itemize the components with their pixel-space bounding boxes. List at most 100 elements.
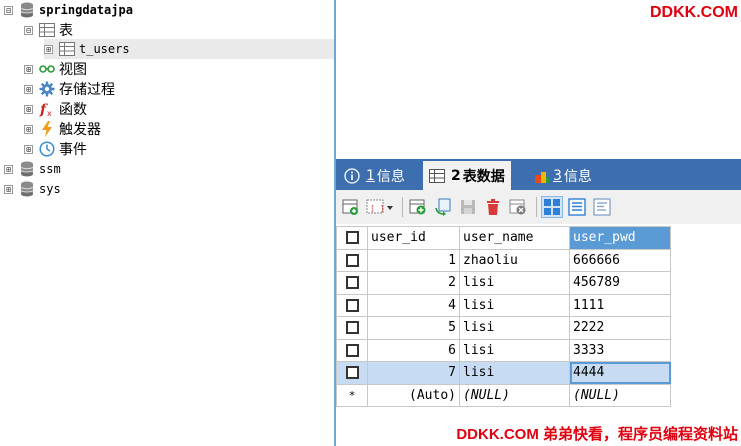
expand-toggle[interactable]: ⊞ (4, 164, 13, 174)
events-label: 事件 (59, 142, 87, 158)
watermark-bottom: DDKK.COM 弟弟快看，程序员编程资料站 (456, 426, 738, 443)
cell-user-name[interactable]: lisi (459, 316, 570, 340)
tree-node-t-users[interactable]: ⊞ t_users (44, 39, 334, 59)
cell-user-name[interactable]: lisi (459, 361, 570, 385)
new-row[interactable]: * (Auto) (NULL) (NULL) (336, 383, 671, 407)
info-icon (344, 168, 360, 184)
cell-user-name[interactable]: (NULL) (459, 383, 570, 407)
cell-user-id[interactable]: 7 (367, 361, 460, 385)
expand-toggle[interactable]: ⊞ (24, 64, 33, 74)
tab-label: 信息 (376, 169, 405, 185)
form-view-button[interactable] (566, 196, 588, 218)
tree-node-events[interactable]: ⊞ 事件 (24, 139, 87, 159)
add-row-button[interactable] (407, 196, 429, 218)
filter-dropdown-button[interactable]: [ ] (365, 196, 395, 218)
row-checkbox[interactable] (336, 338, 368, 362)
database-icon (19, 161, 35, 177)
column-header-user-id[interactable]: user_id (367, 226, 460, 250)
discard-changes-button[interactable] (507, 196, 529, 218)
cell-user-id[interactable]: 6 (367, 338, 460, 362)
views-label: 视图 (59, 62, 87, 78)
cell-user-pwd[interactable]: (NULL) (569, 383, 671, 407)
table-row[interactable]: 2 lisi 456789 (336, 271, 671, 295)
functions-label: 函数 (59, 102, 87, 118)
lightning-icon (39, 121, 55, 137)
grid-toolbar: [ ] (336, 190, 741, 224)
table-row[interactable]: 4 lisi 1111 (336, 293, 671, 317)
row-checkbox[interactable] (336, 316, 368, 340)
tree-node-views[interactable]: ⊞ 视图 (24, 59, 87, 79)
tree-node-tables[interactable]: ⊟ 表 (24, 20, 73, 40)
delete-row-button[interactable] (482, 196, 504, 218)
tree-node-procedures[interactable]: ⊞ 存储过程 (24, 79, 115, 99)
cell-user-pwd[interactable]: 666666 (569, 248, 671, 272)
tree-node-springdatajpa[interactable]: ⊟ springdatajpa (4, 0, 133, 20)
grid-view-button[interactable] (541, 196, 563, 218)
table-icon (59, 41, 75, 57)
cell-user-pwd[interactable]: 3333 (569, 338, 671, 362)
collapse-toggle[interactable]: ⊟ (24, 25, 33, 35)
column-header-user-name[interactable]: user_name (459, 226, 570, 250)
row-checkbox[interactable] (336, 271, 368, 295)
table-row[interactable]: 5 lisi 2222 (336, 316, 671, 340)
new-row-marker: * (336, 383, 368, 407)
expand-toggle[interactable]: ⊞ (24, 144, 33, 154)
database-label: sys (39, 182, 61, 196)
cell-user-id[interactable]: 4 (367, 293, 460, 317)
cell-user-id[interactable]: (Auto) (367, 383, 460, 407)
cell-user-pwd[interactable]: 2222 (569, 316, 671, 340)
procedures-label: 存储过程 (59, 82, 115, 98)
expand-toggle[interactable]: ⊞ (44, 44, 53, 54)
chart-icon (534, 168, 550, 184)
tree-node-ssm[interactable]: ⊞ ssm (4, 159, 61, 179)
tab-table-data[interactable]: 2 表数据 (423, 161, 511, 190)
cell-user-name[interactable]: lisi (459, 271, 570, 295)
save-button[interactable] (457, 196, 479, 218)
select-all-checkbox[interactable] (336, 226, 368, 250)
database-label: ssm (39, 162, 61, 176)
refresh-data-button[interactable] (340, 196, 362, 218)
svg-text:x: x (47, 109, 52, 117)
tree-node-sys[interactable]: ⊞ sys (4, 179, 61, 199)
table-row[interactable]: 1 zhaoliu 666666 (336, 248, 671, 272)
expand-toggle[interactable]: ⊞ (24, 104, 33, 114)
text-view-button[interactable] (591, 196, 613, 218)
cell-user-id[interactable]: 1 (367, 248, 460, 272)
grid-header-row: user_id user_name user_pwd (336, 226, 671, 250)
expand-toggle[interactable]: ⊞ (24, 124, 33, 134)
data-grid: user_id user_name user_pwd 1 zhaoliu 666… (336, 226, 671, 407)
tab-label: 信息 (563, 169, 592, 185)
table-row[interactable]: 6 lisi 3333 (336, 338, 671, 362)
cell-user-pwd[interactable]: 1111 (569, 293, 671, 317)
tab-number: 3 (553, 168, 562, 184)
expand-toggle[interactable]: ⊞ (24, 84, 33, 94)
cell-user-name[interactable]: zhaoliu (459, 248, 570, 272)
column-header-user-pwd[interactable]: user_pwd (569, 226, 671, 250)
cell-user-id[interactable]: 5 (367, 316, 460, 340)
cell-user-name[interactable]: lisi (459, 293, 570, 317)
row-checkbox[interactable] (336, 361, 368, 385)
tab-info[interactable]: 1 信息 (344, 163, 405, 189)
gear-icon (39, 81, 55, 97)
result-panel: DDKK.COM 1 信息 2 表数据 3 信息 [ ] user_id use… (336, 0, 741, 446)
table-row-selected[interactable]: 7 lisi 4444 (336, 361, 671, 385)
tab-number: 1 (366, 168, 375, 184)
tab-number: 2 (451, 167, 461, 184)
row-checkbox[interactable] (336, 248, 368, 272)
expand-toggle[interactable]: ⊞ (4, 184, 13, 194)
cell-user-id[interactable]: 2 (367, 271, 460, 295)
duplicate-row-button[interactable] (432, 196, 454, 218)
tab-info-3[interactable]: 3 信息 (534, 163, 592, 189)
tab-label: 表数据 (462, 168, 505, 185)
function-icon: fx (39, 101, 55, 117)
cell-user-name[interactable]: lisi (459, 338, 570, 362)
collapse-toggle[interactable]: ⊟ (4, 5, 13, 15)
cell-user-pwd-focused[interactable]: 4444 (569, 361, 671, 385)
triggers-label: 触发器 (59, 122, 101, 138)
svg-text:[ ]: [ ] (370, 204, 384, 213)
row-checkbox[interactable] (336, 293, 368, 317)
cell-user-pwd[interactable]: 456789 (569, 271, 671, 295)
tree-node-triggers[interactable]: ⊞ 触发器 (24, 119, 101, 139)
table-label: t_users (79, 42, 130, 56)
tree-node-functions[interactable]: ⊞ fx 函数 (24, 99, 87, 119)
